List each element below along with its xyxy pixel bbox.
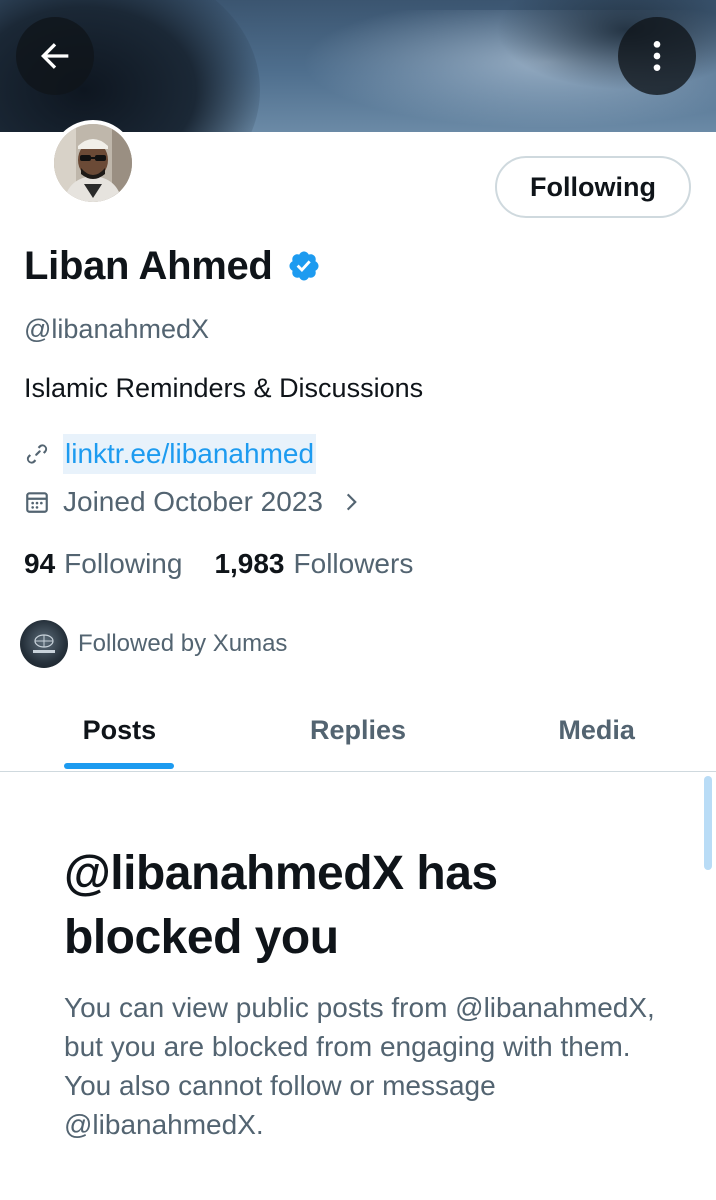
- following-button[interactable]: Following: [495, 156, 691, 218]
- calendar-icon: [26, 492, 48, 513]
- more-options-button[interactable]: [618, 17, 696, 95]
- profile-bio: Islamic Reminders & Discussions: [24, 373, 424, 403]
- blocked-title: @libanahmedX has blocked you: [64, 847, 498, 964]
- followers-label: Followers: [293, 548, 414, 579]
- followers-count: 1,983: [214, 548, 285, 579]
- chevron-right-icon: [346, 493, 357, 511]
- following-count-link[interactable]: 94 Following: [24, 548, 182, 580]
- arrow-left-icon: [41, 43, 69, 69]
- tab-media[interactable]: Media: [477, 690, 716, 771]
- link-icon: [26, 444, 48, 464]
- followed-by-row[interactable]: Followed by Xumas: [20, 620, 287, 668]
- profile-name-row: Liban Ahmed: [24, 240, 321, 292]
- tab-replies-label: Replies: [309, 715, 407, 745]
- back-button[interactable]: [16, 17, 94, 95]
- avatar-photo: [54, 124, 132, 202]
- blocked-message: You can view public posts from @libanahm…: [64, 992, 655, 1140]
- followed-by-text: Followed by Xumas: [78, 630, 288, 657]
- follower-logo-icon: [33, 634, 55, 653]
- verified-badge-icon[interactable]: [287, 249, 321, 283]
- following-count: 94: [24, 548, 56, 579]
- tab-replies[interactable]: Replies: [239, 690, 478, 771]
- joined-date: Joined October 2023: [63, 486, 323, 517]
- tab-media-label: Media: [558, 715, 635, 745]
- profile-handle: @libanahmedX: [24, 314, 210, 344]
- following-label: Following: [64, 548, 183, 579]
- follower-avatar: [20, 620, 68, 668]
- profile-link-row[interactable]: linktr.ee/libanahmed: [24, 434, 317, 474]
- more-vertical-icon: [653, 41, 661, 71]
- profile-tabs: Posts Replies Media: [0, 690, 716, 772]
- active-tab-indicator: [64, 763, 175, 769]
- tab-posts-label: Posts: [82, 715, 157, 745]
- scrollbar[interactable]: [704, 776, 712, 870]
- follow-counts: 94 Following 1,983 Followers: [24, 548, 413, 580]
- profile-avatar[interactable]: [50, 120, 136, 206]
- profile-link[interactable]: linktr.ee/libanahmed: [63, 434, 317, 474]
- profile-name: Liban Ahmed: [24, 244, 273, 288]
- profile-banner[interactable]: [0, 0, 716, 132]
- tab-posts[interactable]: Posts: [0, 690, 239, 771]
- followers-count-link[interactable]: 1,983 Followers: [214, 548, 413, 580]
- joined-date-row[interactable]: Joined October 2023: [24, 486, 363, 518]
